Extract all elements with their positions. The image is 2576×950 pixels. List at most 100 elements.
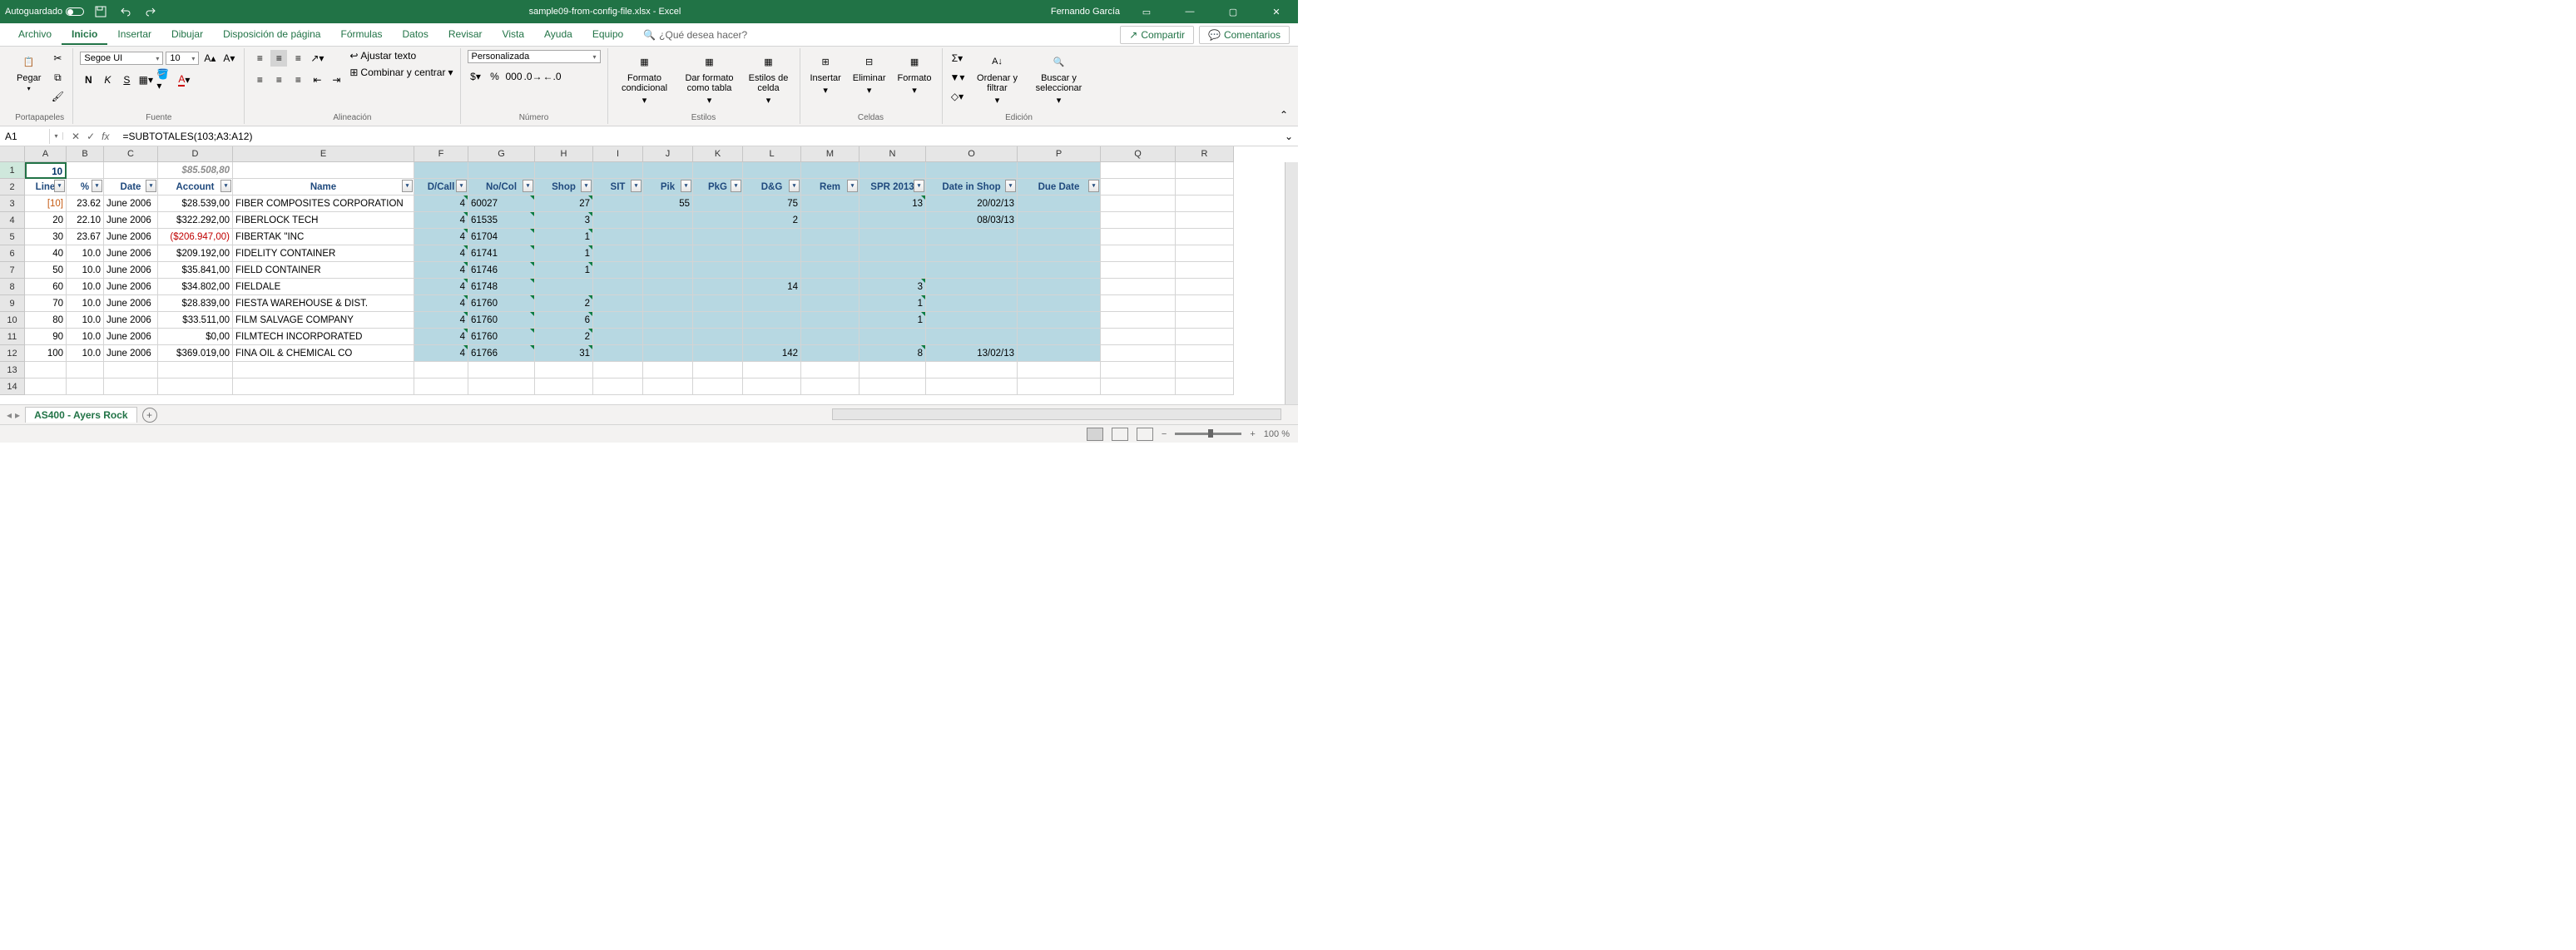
close-icon[interactable]: ✕ [1260,0,1293,23]
normal-view-icon[interactable] [1087,428,1103,441]
redo-icon[interactable] [142,3,159,20]
fill-icon[interactable]: ▼▾ [949,69,966,86]
group-label: Celdas [807,111,935,122]
name-box[interactable]: A1 [0,129,50,144]
tab-revisar[interactable]: Revisar [438,25,493,45]
column-headers[interactable]: ABCDEFGHIJKLMNOPQR [25,146,1234,162]
tab-vista[interactable]: Vista [493,25,534,45]
decrease-font-icon[interactable]: A▾ [220,50,237,67]
tab-datos[interactable]: Datos [393,25,438,45]
underline-button[interactable]: S [118,72,135,88]
tab-inicio[interactable]: Inicio [62,25,107,45]
border-icon[interactable]: ▦▾ [137,72,154,88]
tab-fórmulas[interactable]: Fórmulas [330,25,392,45]
tab-disposición de página[interactable]: Disposición de página [213,25,330,45]
decrease-decimal-icon[interactable]: ←.0 [544,68,561,85]
page-layout-view-icon[interactable] [1112,428,1128,441]
share-icon: ↗ [1129,29,1137,41]
ribbon-tabs: ArchivoInicioInsertarDibujarDisposición … [0,23,1298,47]
wrap-text-button[interactable]: ↩ Ajustar texto [349,50,453,62]
vertical-scrollbar[interactable] [1285,162,1298,404]
formula-input[interactable]: =SUBTOTALES(103;A3:A12) [117,129,1279,144]
insert-button[interactable]: ⊞Insertar▾ [807,50,845,97]
select-all-corner[interactable] [0,146,25,162]
fx-icon[interactable]: fx [102,131,109,142]
zoom-slider[interactable] [1175,433,1241,435]
increase-font-icon[interactable]: A▴ [201,50,218,67]
delete-button[interactable]: ⊟Eliminar▾ [850,50,889,97]
percent-icon[interactable]: % [487,68,503,85]
font-size-combo[interactable]: 10▾ [166,52,199,65]
italic-button[interactable]: K [99,72,116,88]
save-icon[interactable] [92,3,109,20]
minimize-icon[interactable]: — [1173,0,1206,23]
increase-decimal-icon[interactable]: .0→ [525,68,542,85]
find-select-button[interactable]: 🔍Buscar y seleccionar▾ [1029,50,1089,107]
ribbon-options-icon[interactable]: ▭ [1130,0,1163,23]
row-headers[interactable]: 1234567891011121314 [0,162,25,395]
tab-insertar[interactable]: Insertar [107,25,161,45]
increase-indent-icon[interactable]: ⇥ [328,72,344,88]
bold-button[interactable]: N [80,72,97,88]
sheet-next-icon[interactable]: ▸ [15,409,20,421]
orientation-icon[interactable]: ↗▾ [309,50,325,67]
status-bar: − + 100 % [0,424,1298,443]
tab-ayuda[interactable]: Ayuda [534,25,582,45]
align-center-icon[interactable]: ≡ [270,72,287,88]
search-icon: 🔍 [643,29,656,41]
align-middle-icon[interactable]: ≡ [270,50,287,67]
cell-styles-button[interactable]: ▦Estilos de celda▾ [745,50,793,107]
align-right-icon[interactable]: ≡ [290,72,306,88]
merge-center-button[interactable]: ⊞ Combinar y centrar ▾ [349,67,453,78]
horizontal-scrollbar[interactable] [832,408,1281,420]
tab-dibujar[interactable]: Dibujar [161,25,213,45]
align-top-icon[interactable]: ≡ [251,50,268,67]
conditional-format-button[interactable]: ▦Formato condicional▾ [615,50,675,107]
thousands-icon[interactable]: 000 [506,68,523,85]
format-table-button[interactable]: ▦Dar formato como tabla▾ [680,50,740,107]
decrease-indent-icon[interactable]: ⇤ [309,72,325,88]
cancel-formula-icon[interactable]: ✕ [72,131,80,142]
paste-button[interactable]: 📋 Pegar▾ [13,50,44,94]
zoom-level[interactable]: 100 % [1264,429,1290,439]
tab-equipo[interactable]: Equipo [582,25,633,45]
comment-icon: 💬 [1208,29,1221,41]
sort-filter-button[interactable]: A↓Ordenar y filtrar▾ [971,50,1024,107]
grid[interactable]: ABCDEFGHIJKLMNOPQR 1234567891011121314 1… [0,146,1298,404]
table-icon: ▦ [700,52,720,72]
cut-icon[interactable]: ✂ [49,50,66,67]
autosum-icon[interactable]: Σ▾ [949,50,966,67]
collapse-ribbon-icon[interactable]: ⌃ [1276,106,1291,124]
clear-icon[interactable]: ◇▾ [949,88,966,105]
zoom-out-button[interactable]: − [1162,429,1167,439]
maximize-icon[interactable]: ▢ [1216,0,1250,23]
undo-icon[interactable] [117,3,134,20]
cells-area[interactable]: 10$85.508,80Line▾%▾Date▾Account▾Name▾D/C… [25,162,1234,395]
autosave-toggle[interactable]: Autoguardado [5,7,84,17]
comments-button[interactable]: 💬Comentarios [1199,26,1290,44]
share-button[interactable]: ↗Compartir [1120,26,1194,44]
group-label: Fuente [80,111,237,122]
zoom-in-button[interactable]: + [1250,429,1255,439]
align-left-icon[interactable]: ≡ [251,72,268,88]
sheet-tab[interactable]: AS400 - Ayers Rock [25,407,137,423]
delete-icon: ⊟ [859,52,879,72]
tab-archivo[interactable]: Archivo [8,25,62,45]
currency-icon[interactable]: $▾ [468,68,484,85]
add-sheet-button[interactable]: + [142,408,157,423]
align-bottom-icon[interactable]: ≡ [290,50,306,67]
format-painter-icon[interactable]: 🖌 [49,88,66,105]
number-format-combo[interactable]: Personalizada▾ [468,50,601,63]
sort-icon: A↓ [988,52,1008,72]
expand-formula-bar-icon[interactable]: ⌄ [1280,131,1298,142]
font-color-icon[interactable]: A▾ [176,72,192,88]
page-break-view-icon[interactable] [1137,428,1153,441]
font-name-combo[interactable]: Segoe UI▾ [80,52,163,65]
accept-formula-icon[interactable]: ✓ [87,131,95,142]
tell-me-search[interactable]: 🔍 ¿Qué desea hacer? [643,29,747,41]
copy-icon[interactable]: ⧉ [49,69,66,86]
name-box-dropdown[interactable]: ▾ [50,132,63,140]
fill-color-icon[interactable]: 🪣▾ [156,72,173,88]
format-button[interactable]: ▦Formato▾ [894,50,935,97]
sheet-prev-icon[interactable]: ◂ [7,409,12,421]
